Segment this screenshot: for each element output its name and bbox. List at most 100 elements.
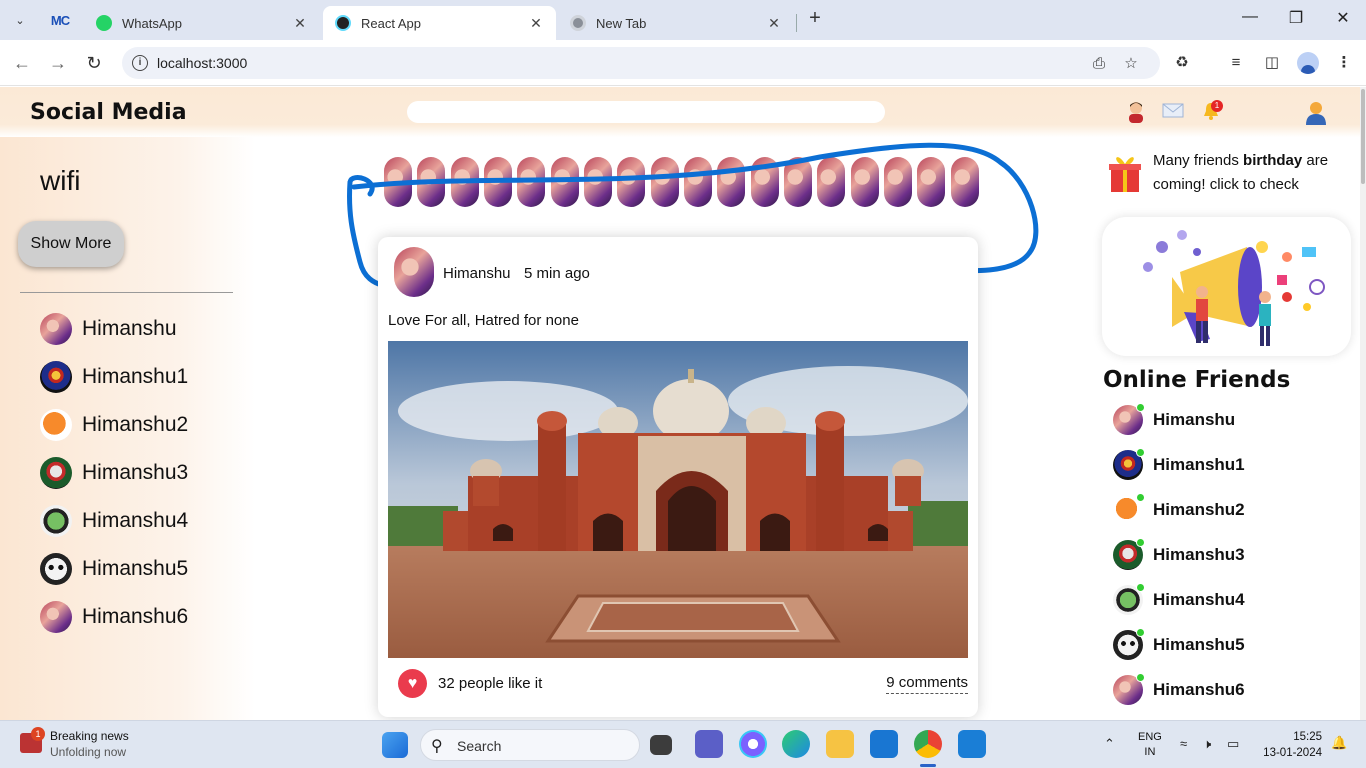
app-brand[interactable]: Social Media	[30, 100, 187, 125]
mail-icon[interactable]	[1161, 101, 1185, 125]
friend-avatar	[40, 313, 72, 345]
like-heart-icon[interactable]: ♥	[398, 669, 427, 698]
tab-title: WhatsApp	[122, 15, 182, 31]
install-app-icon[interactable]: ⎙	[1090, 55, 1108, 73]
online-status-dot	[1136, 673, 1145, 682]
show-more-button[interactable]: Show More	[18, 221, 124, 267]
copilot-icon[interactable]	[739, 730, 767, 758]
friend-name: Himanshu1	[82, 365, 189, 388]
react-icon	[335, 15, 351, 31]
side-panel-icon[interactable]: ◫	[1262, 53, 1282, 73]
chrome-taskbar-icon[interactable]	[914, 730, 942, 758]
profile-user-icon[interactable]	[1124, 101, 1148, 125]
address-url[interactable]: localhost:3000	[157, 55, 247, 71]
friend-name: Himanshu5	[82, 557, 189, 580]
wifi-icon[interactable]: ≈	[1180, 736, 1187, 751]
media-queue-icon[interactable]: ≡	[1226, 53, 1246, 73]
likes-count: 32 people like it	[438, 675, 543, 692]
language-indicator[interactable]: ENG IN	[1138, 730, 1162, 760]
lang-secondary: IN	[1144, 746, 1156, 758]
tray-chevron-icon[interactable]: ⌃	[1104, 736, 1115, 752]
friend-item[interactable]: Himanshu	[40, 313, 177, 345]
vscode-icon[interactable]	[958, 730, 986, 758]
chrome-icon	[570, 15, 586, 31]
back-arrow-icon[interactable]: ←	[11, 52, 33, 74]
friend-item[interactable]: Himanshu4	[40, 505, 188, 537]
web-page: Social Media 1 wifi Show More Himanshu H…	[0, 87, 1366, 720]
extensions-puzzle-icon[interactable]: ♻	[1172, 53, 1192, 73]
system-clock[interactable]: 15:25 13-01-2024	[1258, 729, 1322, 761]
tab-whatsapp[interactable]: WhatsApp ✕	[84, 6, 320, 40]
volume-icon[interactable]: 🕨	[1203, 736, 1211, 752]
friend-item[interactable]: Himanshu5	[40, 553, 188, 585]
post-author-avatar[interactable]	[394, 247, 434, 297]
friend-name: Himanshu3	[82, 461, 189, 484]
friend-avatar	[40, 361, 72, 393]
online-friend-item[interactable]: Himanshu5	[1113, 628, 1245, 660]
file-explorer-icon[interactable]	[826, 730, 854, 758]
close-tab-icon[interactable]: ✕	[292, 15, 308, 32]
app-search-input[interactable]	[407, 101, 885, 123]
friend-avatar	[40, 457, 72, 489]
friend-item[interactable]: Himanshu1	[40, 361, 188, 393]
restore-icon[interactable]: ❐	[1273, 8, 1319, 32]
site-info-icon[interactable]: i	[132, 55, 148, 71]
online-friend-item[interactable]: Himanshu	[1113, 403, 1235, 435]
profile-avatar-icon[interactable]	[1297, 52, 1319, 74]
close-tab-icon[interactable]: ✕	[528, 15, 544, 32]
tab-separator	[796, 14, 797, 32]
friend-item[interactable]: Himanshu6	[40, 601, 188, 633]
news-subtitle[interactable]: Unfolding now	[50, 745, 126, 759]
tab-title: React App	[361, 15, 421, 31]
close-tab-icon[interactable]: ✕	[766, 15, 782, 32]
friend-avatar	[40, 553, 72, 585]
windows-start-icon[interactable]	[382, 732, 408, 758]
forward-arrow-icon[interactable]: →	[47, 52, 69, 74]
app-topbar: Social Media 1	[0, 87, 1360, 137]
teams-chat-icon[interactable]	[695, 730, 723, 758]
tab-title: New Tab	[596, 15, 647, 31]
news-title[interactable]: Breaking news	[50, 729, 129, 743]
pinned-tab-mc-icon[interactable]: MC	[50, 10, 70, 30]
edge-icon[interactable]	[782, 730, 810, 758]
online-friend-item[interactable]: Himanshu6	[1113, 673, 1245, 705]
reload-icon[interactable]: ↻	[83, 52, 105, 74]
post-card: Himanshu 5 min ago Love For all, Hatred …	[378, 237, 978, 717]
mail-app-icon[interactable]	[870, 730, 898, 758]
online-status-dot	[1136, 403, 1145, 412]
menu-kebab-icon[interactable]: ⋮	[1334, 53, 1354, 73]
friend-item[interactable]: Himanshu3	[40, 457, 188, 489]
page-scrollbar[interactable]	[1360, 87, 1366, 720]
online-status-dot	[1136, 583, 1145, 592]
bookmark-star-icon[interactable]: ☆	[1122, 55, 1140, 73]
scrollbar-thumb[interactable]	[1361, 89, 1365, 184]
address-bar[interactable]: i localhost:3000 ⎙ ☆	[122, 47, 1160, 79]
window-close-icon[interactable]: ✕	[1320, 8, 1366, 32]
whatsapp-icon	[96, 15, 112, 31]
new-tab-plus-icon[interactable]: +	[804, 8, 826, 30]
tab-new-tab[interactable]: New Tab ✕	[558, 6, 794, 40]
post-caption: Love For all, Hatred for none	[388, 312, 579, 329]
online-friend-item[interactable]: Himanshu4	[1113, 583, 1245, 615]
post-author[interactable]: Himanshu	[443, 265, 511, 282]
task-view-icon[interactable]	[650, 735, 672, 755]
advertisement-card[interactable]	[1102, 217, 1351, 356]
online-friend-name: Himanshu6	[1153, 680, 1245, 699]
friend-item[interactable]: Himanshu2	[40, 409, 188, 441]
birthday-notice[interactable]: Many friends birthday are coming! click …	[1153, 149, 1353, 197]
clock-time: 15:25	[1293, 731, 1322, 743]
tab-react-app[interactable]: React App ✕	[323, 6, 556, 40]
battery-icon[interactable]: ▭	[1227, 736, 1239, 752]
online-friend-item[interactable]: Himanshu2	[1113, 493, 1245, 525]
account-avatar-icon[interactable]	[1304, 101, 1328, 125]
gift-icon	[1108, 150, 1142, 194]
tab-search-chevron-icon[interactable]: ⌄	[8, 8, 32, 32]
online-friend-item[interactable]: Himanshu1	[1113, 448, 1245, 480]
minimize-icon[interactable]: —	[1227, 8, 1273, 32]
friend-avatar	[40, 601, 72, 633]
search-icon: ⚲	[431, 738, 443, 755]
notification-bell-tray-icon[interactable]: 🔔	[1331, 735, 1347, 751]
taskbar-search[interactable]: ⚲ Search	[420, 729, 640, 761]
online-friend-item[interactable]: Himanshu3	[1113, 538, 1245, 570]
comments-link[interactable]: 9 comments	[886, 674, 968, 694]
